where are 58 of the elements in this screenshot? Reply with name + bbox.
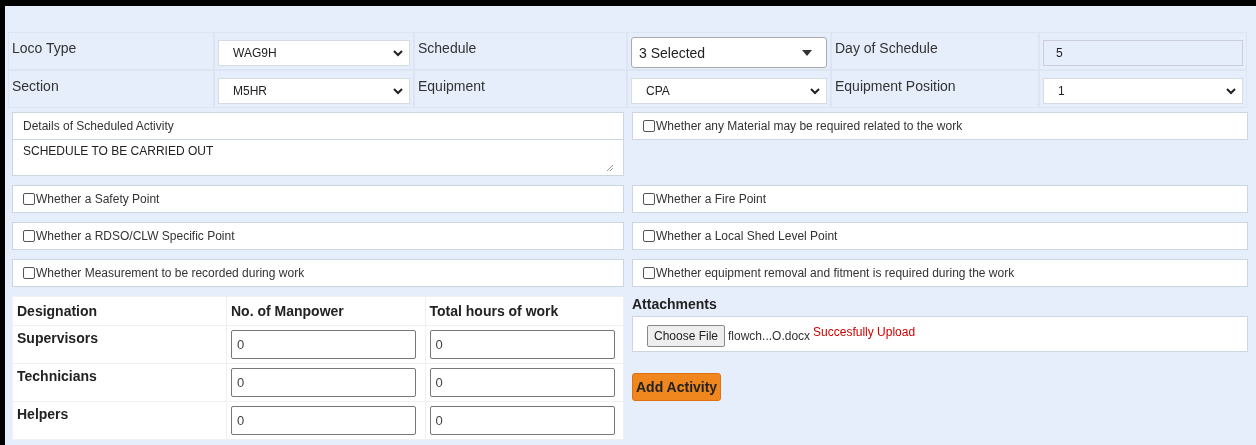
checkbox-row[interactable]: Whether a RDSO/CLW Specific Point <box>12 222 624 250</box>
upload-status: Succesfully Upload <box>813 325 916 339</box>
checkbox-label: Whether a Local Shed Level Point <box>656 229 838 243</box>
checkbox[interactable] <box>643 267 655 279</box>
field-label: Schedule <box>418 40 477 56</box>
checkbox-label: Whether a Safety Point <box>36 192 160 206</box>
designation-cell: Technicians <box>12 363 227 402</box>
checkbox[interactable] <box>643 193 655 205</box>
checkbox-label: Whether equipment removal and fitment is required during the work <box>656 266 1015 280</box>
column-header: No. of Manpower <box>226 296 425 326</box>
checkbox[interactable] <box>643 230 655 242</box>
details-textarea[interactable]: SCHEDULE TO BE CARRIED OUT <box>12 140 624 176</box>
field-label: Day of Schedule <box>835 40 938 56</box>
hours-input[interactable]: 0 <box>429 406 615 435</box>
select-field[interactable]: 1 <box>1043 78 1243 104</box>
checkbox-row[interactable]: Whether Measurement to be recorded during work <box>12 259 624 287</box>
choose-file-button[interactable]: Choose File <box>647 325 726 347</box>
checkbox-label: Whether a Fire Point <box>656 192 767 206</box>
chevron-icon <box>393 49 403 57</box>
checkbox-row[interactable]: Whether any Material may be required related to the work <box>632 112 1248 140</box>
column-header: Total hours of work <box>425 296 624 326</box>
designation-cell: Helpers <box>12 401 227 440</box>
add-activity-button[interactable]: Add Activity <box>632 373 722 401</box>
field-label: Equipment <box>418 78 485 94</box>
manpower-input[interactable]: 0 <box>231 330 416 359</box>
designation-cell: Supervisors <box>12 325 227 364</box>
checkbox[interactable] <box>23 193 35 205</box>
details-label: Details of Scheduled Activity <box>12 112 624 140</box>
checkbox-row[interactable]: Whether a Local Shed Level Point <box>632 222 1248 250</box>
chevron-icon <box>1226 87 1236 95</box>
checkbox-row[interactable]: Whether a Safety Point <box>12 185 624 213</box>
manpower-input[interactable]: 0 <box>231 406 416 435</box>
select-field[interactable]: CPA <box>631 78 827 104</box>
field-label: Loco Type <box>12 40 77 56</box>
chevron-icon <box>810 87 820 95</box>
select-field[interactable]: WAG9H <box>218 40 410 66</box>
checkbox[interactable] <box>643 120 655 132</box>
checkbox-label: Whether any Material may be required related to the work <box>656 119 963 133</box>
checkbox[interactable] <box>23 267 35 279</box>
file-name: flowch...O.docx <box>728 329 811 343</box>
checkbox-row[interactable]: Whether a Fire Point <box>632 185 1248 213</box>
manpower-input[interactable]: 0 <box>231 368 416 397</box>
field-label: Equipment Position <box>835 78 956 94</box>
multiselect-field[interactable]: 3 Selected <box>631 37 827 68</box>
select-field[interactable]: M5HR <box>218 78 410 104</box>
checkbox-label: Whether Measurement to be recorded during work <box>36 266 305 280</box>
checkbox[interactable] <box>23 230 35 242</box>
readonly-field: 5 <box>1043 40 1243 66</box>
checkbox-row[interactable]: Whether equipment removal and fitment is required during the work <box>632 259 1248 287</box>
resize-grip-icon[interactable] <box>606 164 613 171</box>
checkbox-label: Whether a RDSO/CLW Specific Point <box>36 229 235 243</box>
hours-input[interactable]: 0 <box>429 330 615 359</box>
column-header: Designation <box>12 296 227 326</box>
caret-icon <box>802 49 812 56</box>
field-label: Section <box>12 78 59 94</box>
attachments-title: Attachments <box>632 296 718 312</box>
hours-input[interactable]: 0 <box>429 368 615 397</box>
chevron-icon <box>393 87 403 95</box>
